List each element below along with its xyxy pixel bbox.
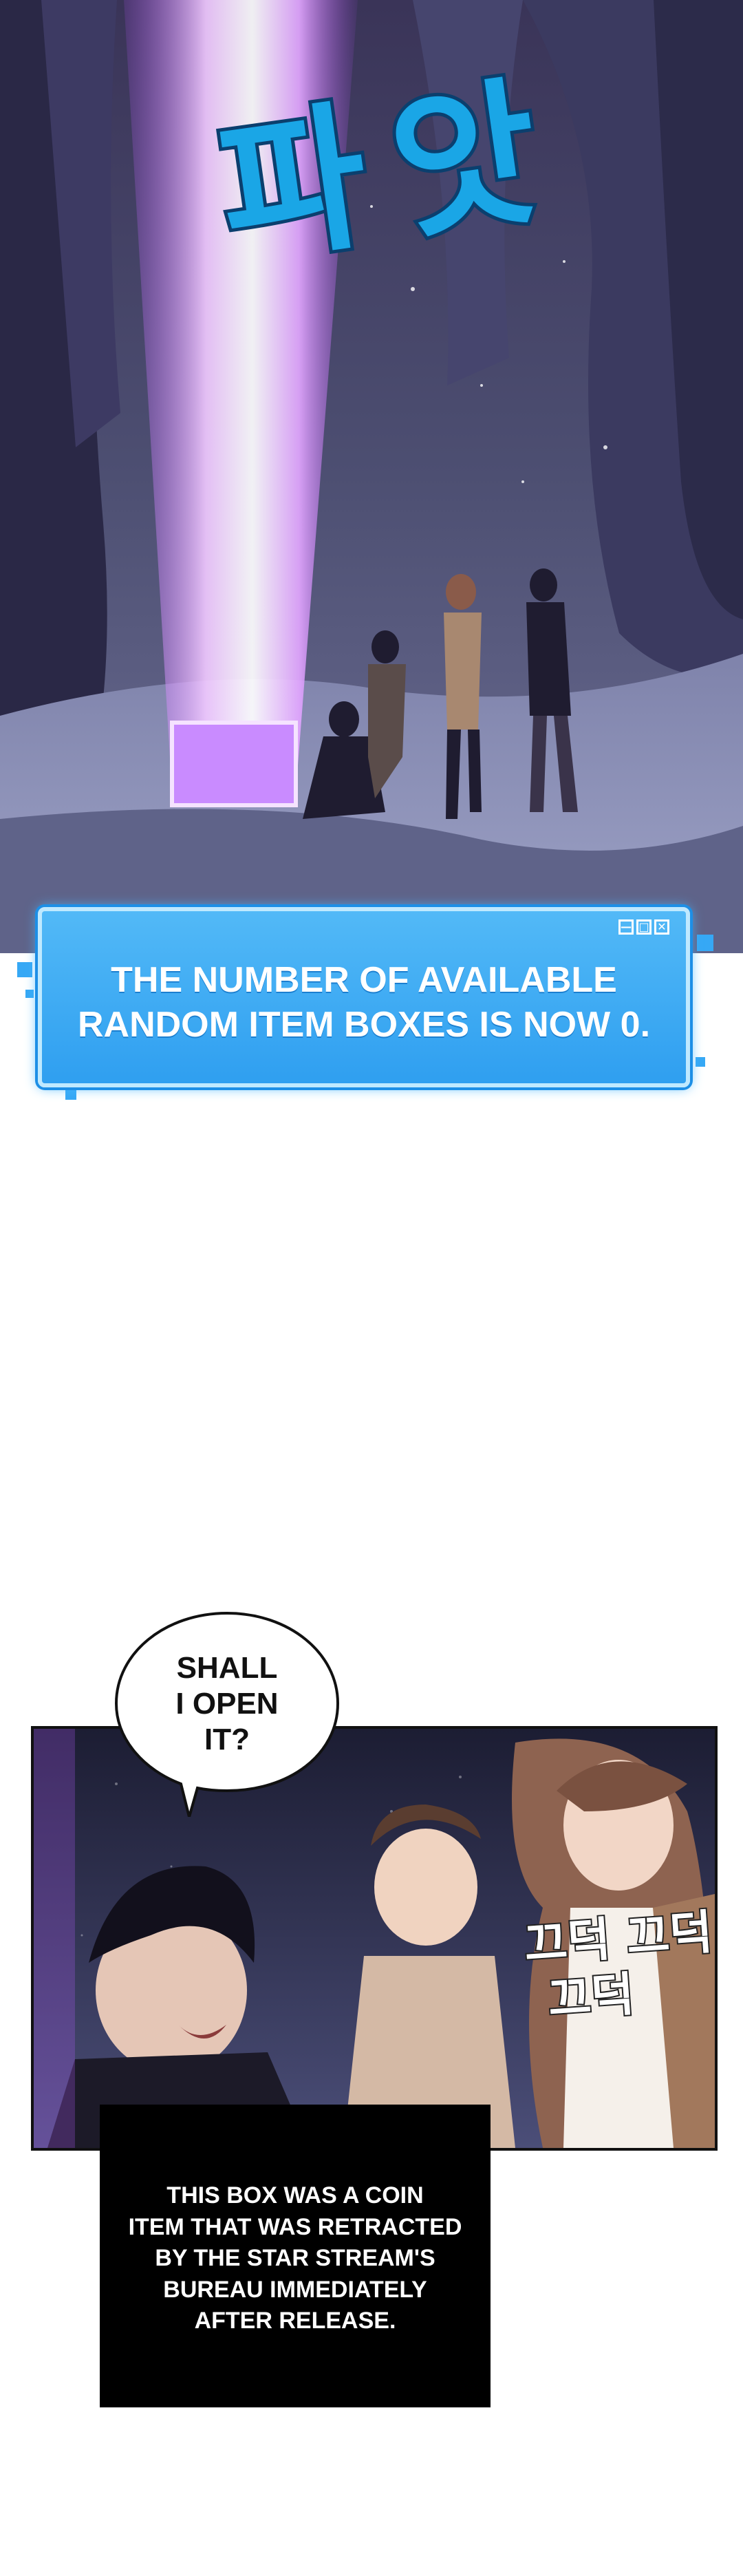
sfx-pa-at: 파앗 (206, 54, 684, 482)
system-message-line-2: RANDOM ITEM BOXES IS NOW 0. (77, 1005, 651, 1045)
narration-text: THIS BOX WAS A COIN ITEM THAT WAS RETRAC… (100, 2180, 491, 2337)
narration-box: THIS BOX WAS A COIN ITEM THAT WAS RETRAC… (100, 2105, 491, 2407)
window-controls: — □ ✕ (618, 919, 669, 935)
narration-line-5: AFTER RELEASE. (194, 2308, 396, 2334)
speech-line-3: IT? (204, 1722, 250, 1756)
speech-line-1: SHALL (176, 1651, 278, 1685)
narration-line-4: BUREAU IMMEDIATELY (163, 2276, 427, 2303)
system-message: THE NUMBER OF AVAILABLE RANDOM ITEM BOXE… (38, 958, 690, 1047)
speech-bubble: SHALL I OPEN IT? (114, 1610, 341, 1817)
narration-line-3: BY THE STAR STREAM'S (155, 2245, 435, 2272)
speech-line-2: I OPEN (175, 1686, 279, 1721)
close-icon: ✕ (654, 919, 669, 935)
forest-panel: 파앗 (0, 0, 743, 953)
sfx-nod: 끄덕 끄덕 끄덕 (422, 1904, 715, 2037)
narration-line-2: ITEM THAT WAS RETRACTED (128, 2213, 462, 2240)
system-message-window: — □ ✕ THE NUMBER OF AVAILABLE RANDOM ITE… (17, 907, 713, 1100)
narration-line-1: THIS BOX WAS A COIN (166, 2182, 424, 2208)
speech-text: SHALL I OPEN IT? (114, 1650, 341, 1758)
system-message-line-1: THE NUMBER OF AVAILABLE (111, 960, 617, 1000)
minimize-icon: — (618, 919, 634, 935)
maximize-icon: □ (636, 919, 652, 935)
item-box (170, 721, 298, 807)
